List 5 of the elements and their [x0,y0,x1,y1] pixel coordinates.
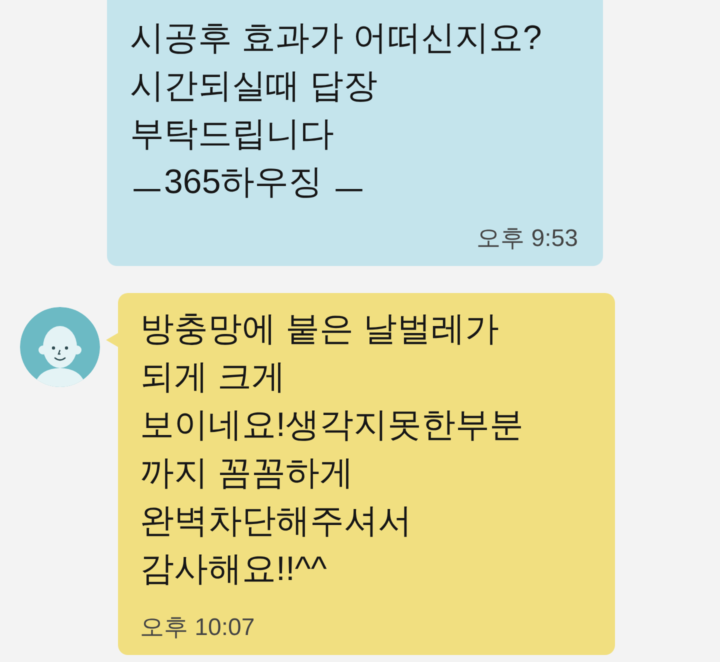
message-time: 오후 9:53 [476,224,578,254]
message-text: 시공후 효과가 어떠신지요? 시간되실때 답장 부탁드립니다 ㅡ365하우징 ㅡ [130,18,542,203]
message-time: 오후 10:07 [140,613,255,643]
message-text: 방충망에 붙은 날벌레가 되게 크게 보이네요!생각지못한부분 까지 꼼꼼하게 완벽차단해주셔서 감사해요!!^^ [140,309,524,590]
avatar-icon[interactable] [20,307,100,387]
